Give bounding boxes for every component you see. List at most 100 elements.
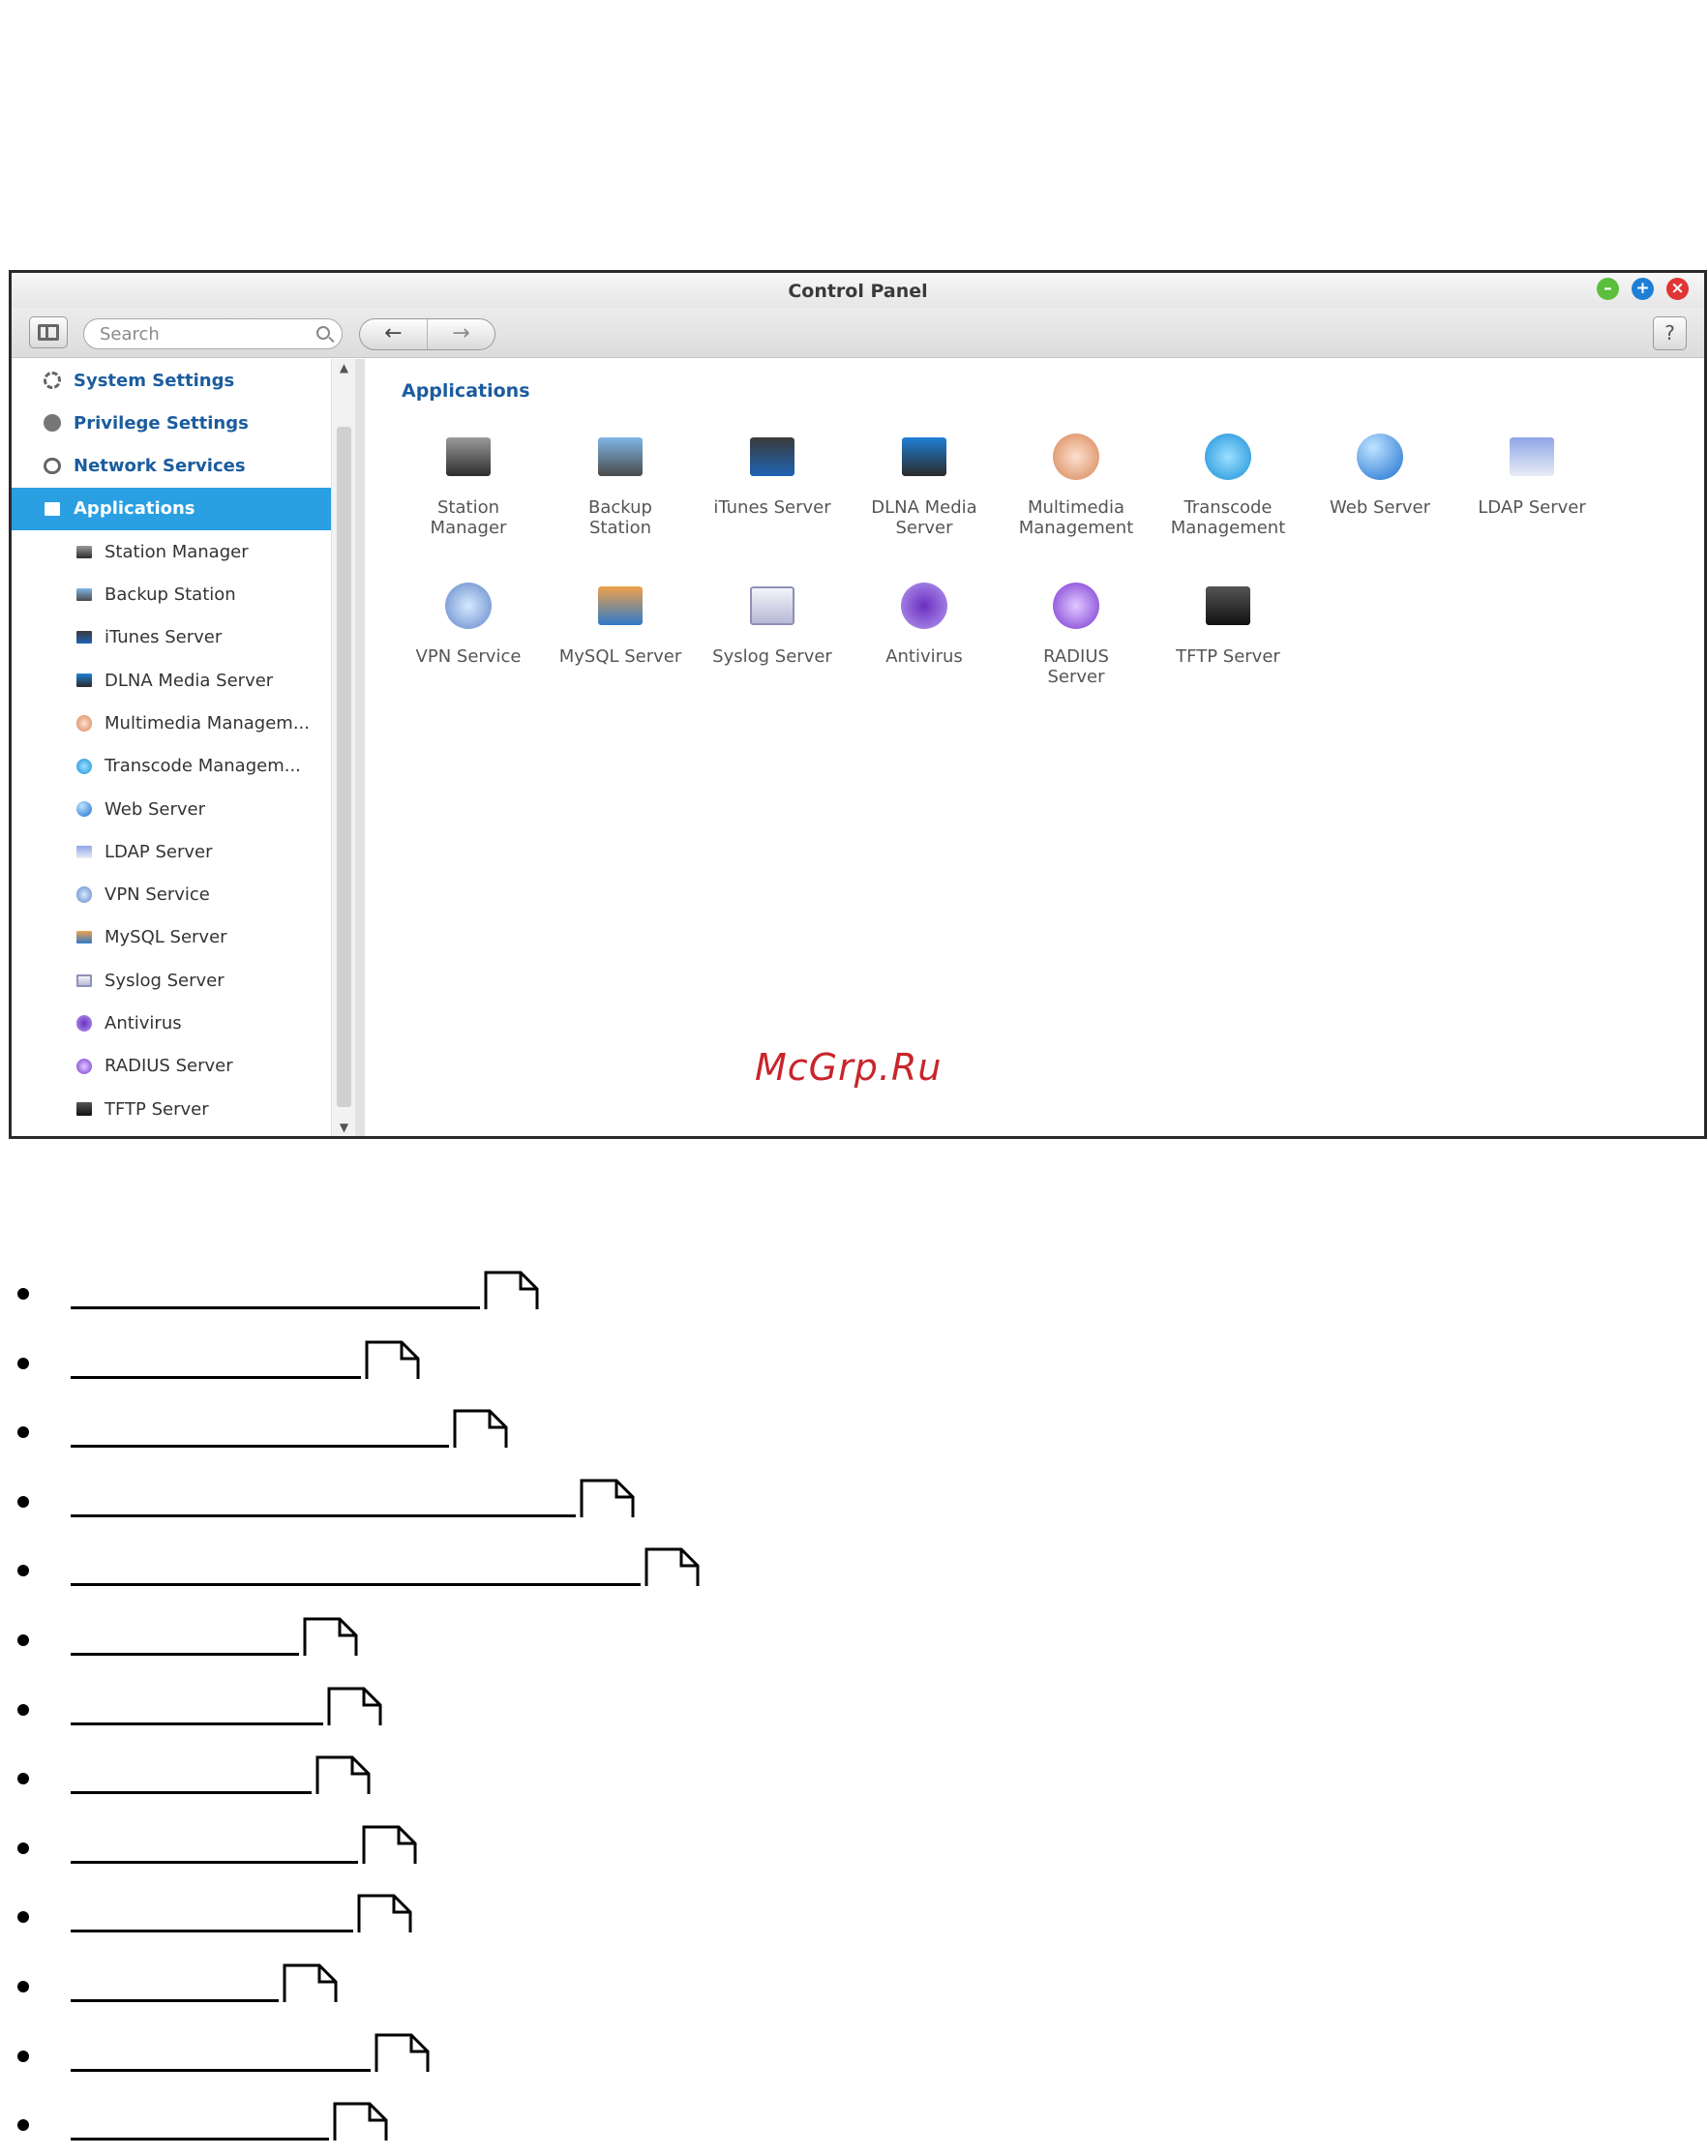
- scroll-up-icon[interactable]: ▲: [332, 361, 356, 374]
- link-underline[interactable]: [71, 1282, 480, 1309]
- external-link-icon[interactable]: [327, 1687, 382, 1725]
- external-link-icon[interactable]: [484, 1271, 539, 1309]
- app-tile-mysql-server[interactable]: MySQL Server: [548, 574, 693, 667]
- sidebar-item-mysql-server[interactable]: MySQL Server: [12, 916, 331, 959]
- link-underline[interactable]: [71, 1352, 361, 1379]
- external-link-icon[interactable]: [315, 1755, 371, 1795]
- sidebar-item-antivirus[interactable]: Antivirus: [12, 1003, 331, 1045]
- itunes-server-icon: [74, 627, 95, 648]
- sidebar-item-label: Antivirus: [105, 1013, 182, 1033]
- link-underline[interactable]: [71, 1559, 641, 1587]
- scroll-down-icon[interactable]: ▼: [332, 1121, 356, 1134]
- link-underline[interactable]: [71, 1837, 358, 1864]
- sidebar-item-syslog-server[interactable]: Syslog Server: [12, 959, 331, 1002]
- sidebar-item-backup-station[interactable]: Backup Station: [12, 574, 331, 616]
- list-item[interactable]: [17, 1479, 635, 1517]
- sidebar-item-dlna-media-server[interactable]: DLNA Media Server: [12, 659, 331, 702]
- station-manager-icon: [436, 425, 500, 489]
- sidebar-item-applications[interactable]: Applications: [12, 487, 331, 530]
- close-icon[interactable]: ×: [1666, 278, 1689, 300]
- app-tile-ldap-server[interactable]: LDAP Server: [1459, 425, 1604, 518]
- scrollbar-thumb[interactable]: [337, 427, 351, 1107]
- sidebar-item-multimedia-management[interactable]: Multimedia Managem...: [12, 702, 331, 744]
- app-tile-label: Web Server: [1307, 497, 1453, 518]
- list-item[interactable]: [17, 1963, 338, 2002]
- external-link-icon[interactable]: [303, 1617, 358, 1656]
- external-link-icon[interactable]: [453, 1409, 508, 1449]
- external-link-icon[interactable]: [644, 1547, 700, 1587]
- search-box: [83, 318, 343, 349]
- app-tile-itunes-server[interactable]: iTunes Server: [700, 425, 845, 518]
- list-item[interactable]: [17, 1755, 371, 1795]
- external-link-icon[interactable]: [357, 1894, 412, 1933]
- list-item[interactable]: [17, 1340, 420, 1379]
- multimedia-management-icon: [74, 712, 95, 734]
- external-link-icon[interactable]: [283, 1963, 338, 2002]
- sidebar-item-vpn-service[interactable]: VPN Service: [12, 874, 331, 916]
- external-link-icon[interactable]: [362, 1825, 417, 1864]
- back-button[interactable]: ←: [360, 319, 427, 349]
- sidebar-item-tftp-server[interactable]: TFTP Server: [12, 1088, 331, 1130]
- app-tile-syslog-server[interactable]: Syslog Server: [700, 574, 845, 667]
- link-underline[interactable]: [71, 1698, 323, 1725]
- app-tile-antivirus[interactable]: Antivirus: [852, 574, 997, 667]
- sidebar-item-ldap-server[interactable]: LDAP Server: [12, 830, 331, 873]
- app-tile-multimedia-management[interactable]: Multimedia Management: [1004, 425, 1149, 538]
- control-panel-window: Control Panel – + × ← → ? System Setting…: [9, 270, 1707, 1139]
- sidebar-item-station-manager[interactable]: Station Manager: [12, 530, 331, 573]
- help-button[interactable]: ?: [1653, 316, 1687, 350]
- app-tile-radius-server[interactable]: RADIUS Server: [1004, 574, 1149, 687]
- search-input[interactable]: [100, 323, 303, 344]
- link-underline[interactable]: [71, 1905, 353, 1933]
- app-tile-label: Antivirus: [852, 646, 997, 667]
- external-link-icon[interactable]: [375, 2033, 430, 2072]
- sidebar-item-gear[interactable]: System Settings: [12, 359, 331, 402]
- app-tile-vpn-service[interactable]: VPN Service: [396, 574, 541, 667]
- pane-divider[interactable]: [355, 359, 365, 1136]
- list-item[interactable]: [17, 2033, 430, 2072]
- sidebar-item-user[interactable]: Privilege Settings: [12, 402, 331, 444]
- sidebar-item-radius-server[interactable]: RADIUS Server: [12, 1045, 331, 1088]
- list-item[interactable]: [17, 1409, 508, 1449]
- list-item[interactable]: [17, 1687, 382, 1725]
- link-underline[interactable]: [71, 2045, 371, 2072]
- sidebar-item-itunes-server[interactable]: iTunes Server: [12, 616, 331, 659]
- link-underline[interactable]: [71, 1490, 576, 1517]
- list-item[interactable]: [17, 1825, 417, 1864]
- list-item[interactable]: [17, 2102, 388, 2141]
- maximize-icon[interactable]: +: [1632, 278, 1654, 300]
- list-item[interactable]: [17, 1894, 412, 1933]
- app-tile-dlna-media-server[interactable]: DLNA Media Server: [852, 425, 997, 538]
- bullet-icon: [17, 1911, 29, 1924]
- link-underline[interactable]: [71, 1629, 299, 1656]
- sidebar-item-transcode-management[interactable]: Transcode Managem...: [12, 745, 331, 788]
- vpn-service-icon-shape: [75, 886, 93, 903]
- list-item[interactable]: [17, 1547, 700, 1587]
- external-link-icon[interactable]: [333, 2102, 388, 2141]
- link-underline[interactable]: [71, 2113, 329, 2141]
- forward-button[interactable]: →: [427, 319, 494, 349]
- bullet-icon: [17, 1773, 29, 1785]
- link-underline[interactable]: [71, 1421, 449, 1449]
- app-tile-label-line1: MySQL Server: [558, 646, 682, 667]
- app-tile-transcode-management[interactable]: Transcode Management: [1155, 425, 1301, 538]
- bullet-icon: [17, 1357, 29, 1369]
- title-bar: Control Panel – + ×: [12, 273, 1704, 308]
- search-icon[interactable]: [316, 326, 330, 340]
- app-tile-station-manager[interactable]: Station Manager: [396, 425, 541, 538]
- app-tile-web-server[interactable]: Web Server: [1307, 425, 1453, 518]
- link-underline[interactable]: [71, 1975, 279, 2002]
- minimize-icon[interactable]: –: [1597, 278, 1619, 300]
- sidebar-scrollbar[interactable]: ▲ ▼: [331, 359, 355, 1136]
- app-tile-backup-station[interactable]: Backup Station: [548, 425, 693, 538]
- list-item[interactable]: [17, 1617, 358, 1656]
- list-item[interactable]: [17, 1271, 539, 1309]
- link-underline[interactable]: [71, 1767, 312, 1795]
- sidebar-item-web-server[interactable]: Web Server: [12, 788, 331, 830]
- history-navigation: ← →: [359, 318, 495, 350]
- external-link-icon[interactable]: [580, 1479, 635, 1517]
- sidebar-toggle-button[interactable]: [29, 316, 68, 348]
- sidebar-item-globe[interactable]: Network Services: [12, 445, 331, 488]
- app-tile-tftp-server[interactable]: TFTP Server: [1155, 574, 1301, 667]
- external-link-icon[interactable]: [365, 1340, 420, 1379]
